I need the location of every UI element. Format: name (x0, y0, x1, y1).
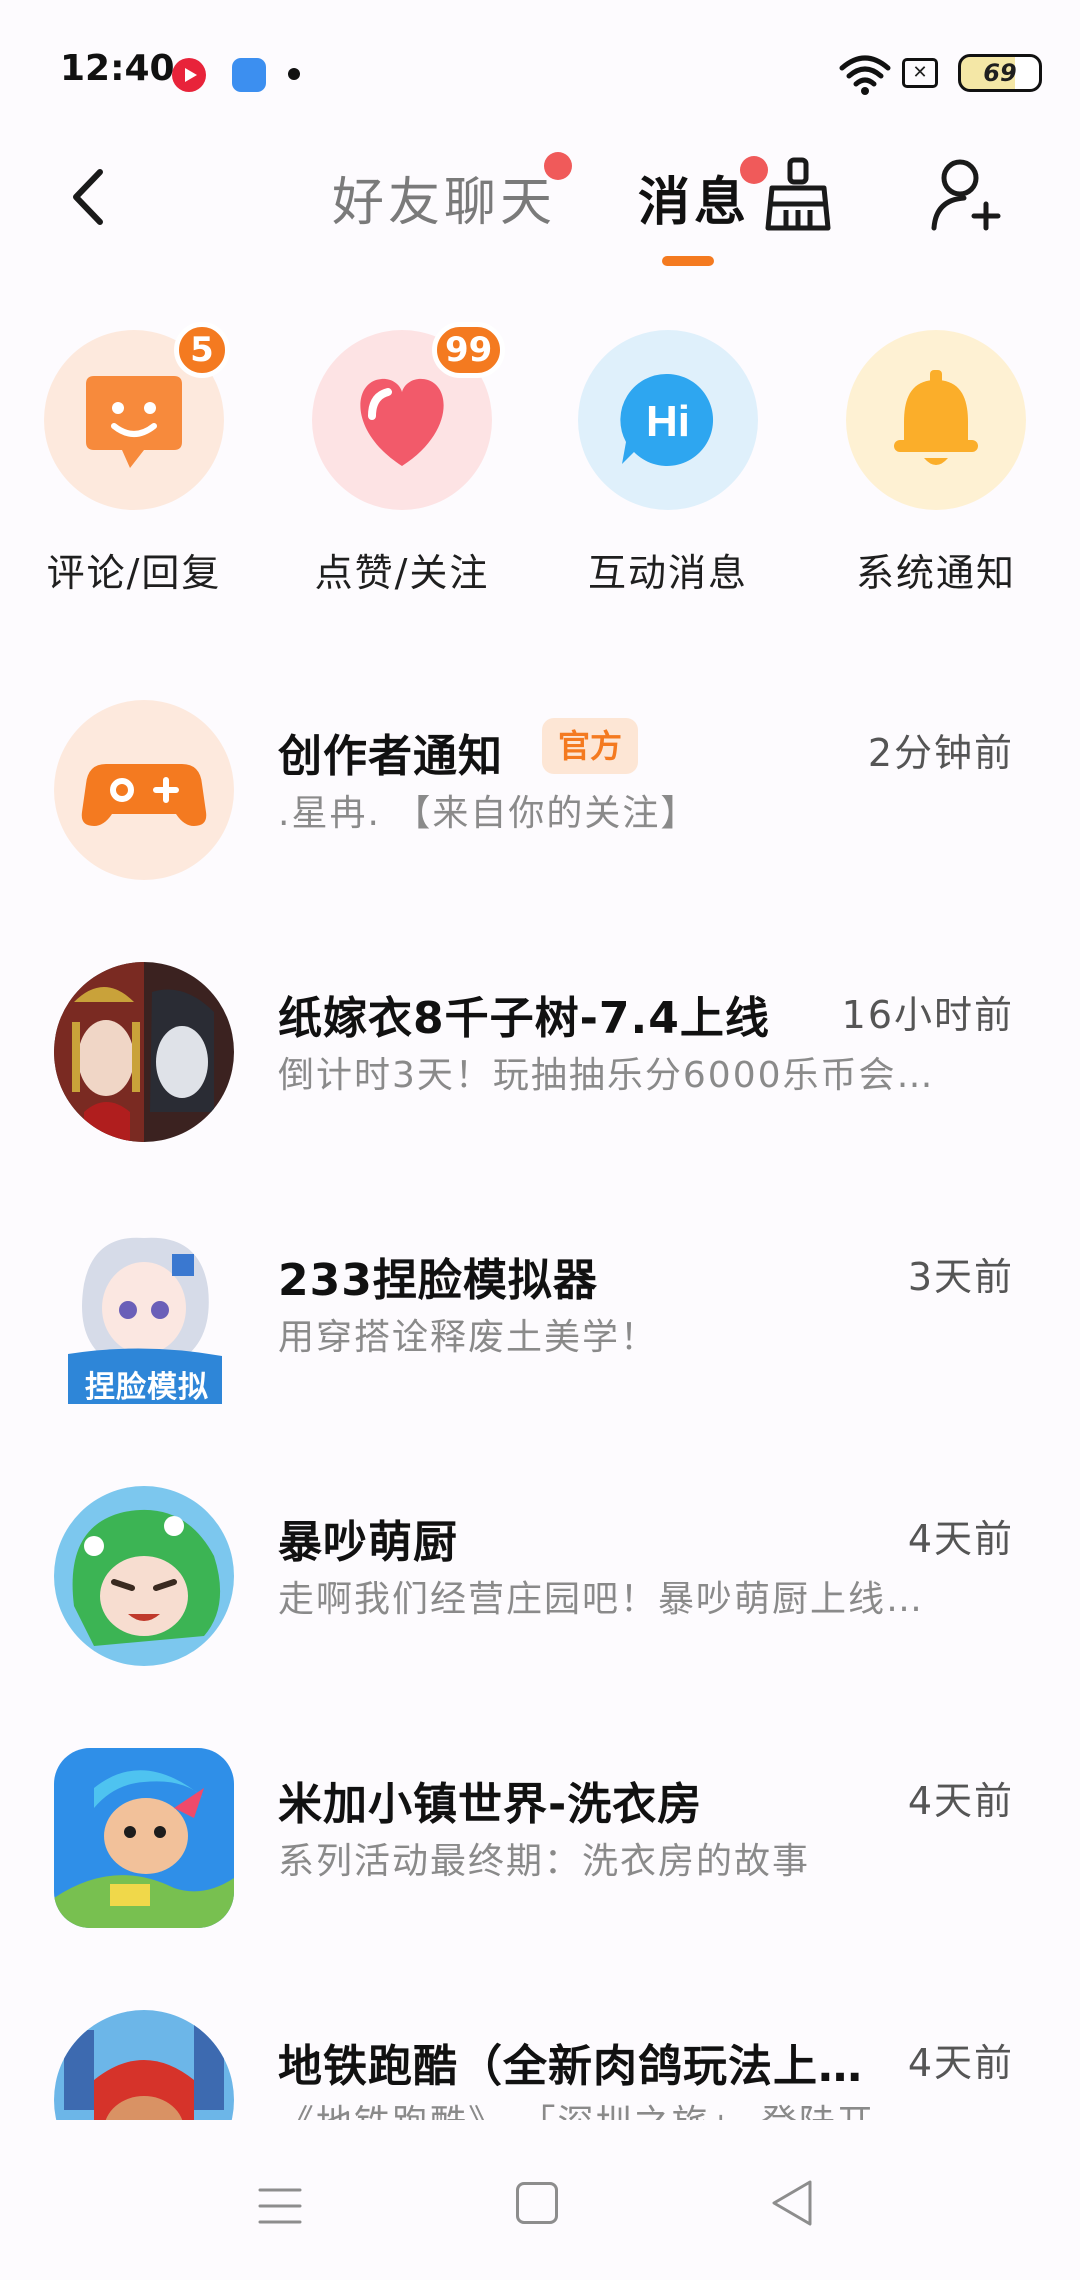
back-triangle-icon[interactable] (770, 2178, 814, 2228)
message-time: 4天前 (907, 1517, 1014, 1561)
message-title: 233捏脸模拟器 (278, 1255, 598, 1306)
quick-label: 互动消息 (587, 551, 748, 595)
quick-item-comments[interactable]: 5 评论/回复 (44, 322, 284, 610)
add-friend-icon[interactable] (930, 156, 1006, 234)
message-time: 16小时前 (841, 993, 1014, 1037)
menu-icon[interactable] (258, 2186, 302, 2226)
status-time: 12:40 (60, 48, 175, 89)
message-row-game[interactable]: 暴吵萌厨 4天前 走啊我们经营庄园吧！暴吵萌厨上线… (0, 1486, 1080, 1748)
gamepad-icon (54, 700, 234, 880)
system-nav-bar (0, 2120, 1080, 2280)
quick-item-interactions[interactable]: Hi 互动消息 (578, 330, 818, 610)
message-preview: 走啊我们经营庄园吧！暴吵萌厨上线… (278, 1579, 925, 1620)
game-avatar-toca (54, 1748, 234, 1928)
message-title: 创作者通知 (278, 731, 503, 782)
home-icon[interactable] (516, 2182, 558, 2224)
unread-dot (544, 152, 572, 180)
quick-actions: 5 评论/回复 99 点赞/关注 Hi 互动消息 系统通知 (0, 322, 1080, 610)
message-title: 暴吵萌厨 (278, 1517, 458, 1568)
message-row-game[interactable]: 纸嫁衣8千子树-7.4上线 16小时前 倒计时3天！玩抽抽乐分6000乐币会… (0, 962, 1080, 1224)
message-row-game[interactable]: 米加小镇世界-洗衣房 4天前 系列活动最终期：洗衣房的故事 (0, 1748, 1080, 2010)
message-time: 4天前 (907, 2041, 1014, 2085)
message-time: 3天前 (907, 1255, 1014, 1299)
status-bar: 12:40 ✕ 69 (0, 0, 1080, 140)
quick-label: 系统通知 (855, 551, 1016, 595)
message-title: 地铁跑酷（全新肉鸽玩法上… (278, 2041, 863, 2092)
video-app-icon (172, 58, 206, 92)
sim-icon: ✕ (902, 58, 938, 88)
message-title: 米加小镇世界-洗衣房 (278, 1779, 703, 1830)
broom-clean-icon[interactable] (760, 154, 836, 234)
count-badge: 99 (432, 322, 506, 378)
quick-item-system[interactable]: 系统通知 (846, 330, 1080, 610)
message-preview: 用穿搭诠释废土美学！ (278, 1317, 659, 1358)
tab-friends-chat[interactable]: 好友聊天 (332, 160, 556, 235)
message-preview: 系列活动最终期：洗衣房的故事 (278, 1841, 811, 1882)
hi-bubble-icon: Hi (578, 330, 758, 510)
browser-app-icon (232, 58, 266, 92)
message-title: 纸嫁衣8千子树-7.4上线 (278, 993, 770, 1044)
svg-text:Hi: Hi (646, 397, 690, 446)
avatar-caption: 捏脸模拟 (85, 1370, 209, 1404)
message-time: 2分钟前 (867, 731, 1014, 775)
game-avatar-subway (54, 2010, 234, 2120)
message-preview: 倒计时3天！玩抽抽乐分6000乐币会… (278, 1055, 935, 1096)
quick-label: 评论/回复 (46, 551, 222, 595)
game-avatar-chef (54, 1486, 234, 1666)
tab-messages[interactable]: 消息 (638, 160, 750, 235)
message-time: 4天前 (907, 1779, 1014, 1823)
game-avatar-face-sim: 捏脸模拟 (54, 1224, 234, 1404)
dot-icon (288, 68, 300, 80)
bell-icon (846, 330, 1026, 510)
count-badge: 5 (174, 322, 230, 378)
tab-indicator (662, 256, 714, 266)
message-row-game[interactable]: 地铁跑酷（全新肉鸽玩法上… 4天前 《地铁跑酷》 「深圳之旅」 登陆开… (0, 2010, 1080, 2120)
wifi-icon (839, 55, 891, 95)
message-preview: 《地铁跑酷》 「深圳之旅」 登陆开… (278, 2094, 958, 2120)
quick-label: 点赞/关注 (314, 551, 490, 595)
quick-item-likes[interactable]: 99 点赞/关注 (312, 322, 552, 610)
official-badge: 官方 (542, 718, 639, 774)
back-icon[interactable] (60, 162, 120, 232)
message-list: 创作者通知 官方 2分钟前 .星冉. 【来自你的关注】 纸嫁衣8千子树-7.4上… (0, 700, 1080, 2120)
battery-icon: 69 (958, 54, 1042, 92)
game-avatar-brides (54, 962, 234, 1142)
header: 好友聊天 消息 (0, 140, 1080, 280)
message-row-game[interactable]: 捏脸模拟 233捏脸模拟器 3天前 用穿搭诠释废土美学！ (0, 1224, 1080, 1486)
message-row-creator[interactable]: 创作者通知 官方 2分钟前 .星冉. 【来自你的关注】 (0, 700, 1080, 962)
message-preview: .星冉. 【来自你的关注】 (278, 793, 699, 834)
